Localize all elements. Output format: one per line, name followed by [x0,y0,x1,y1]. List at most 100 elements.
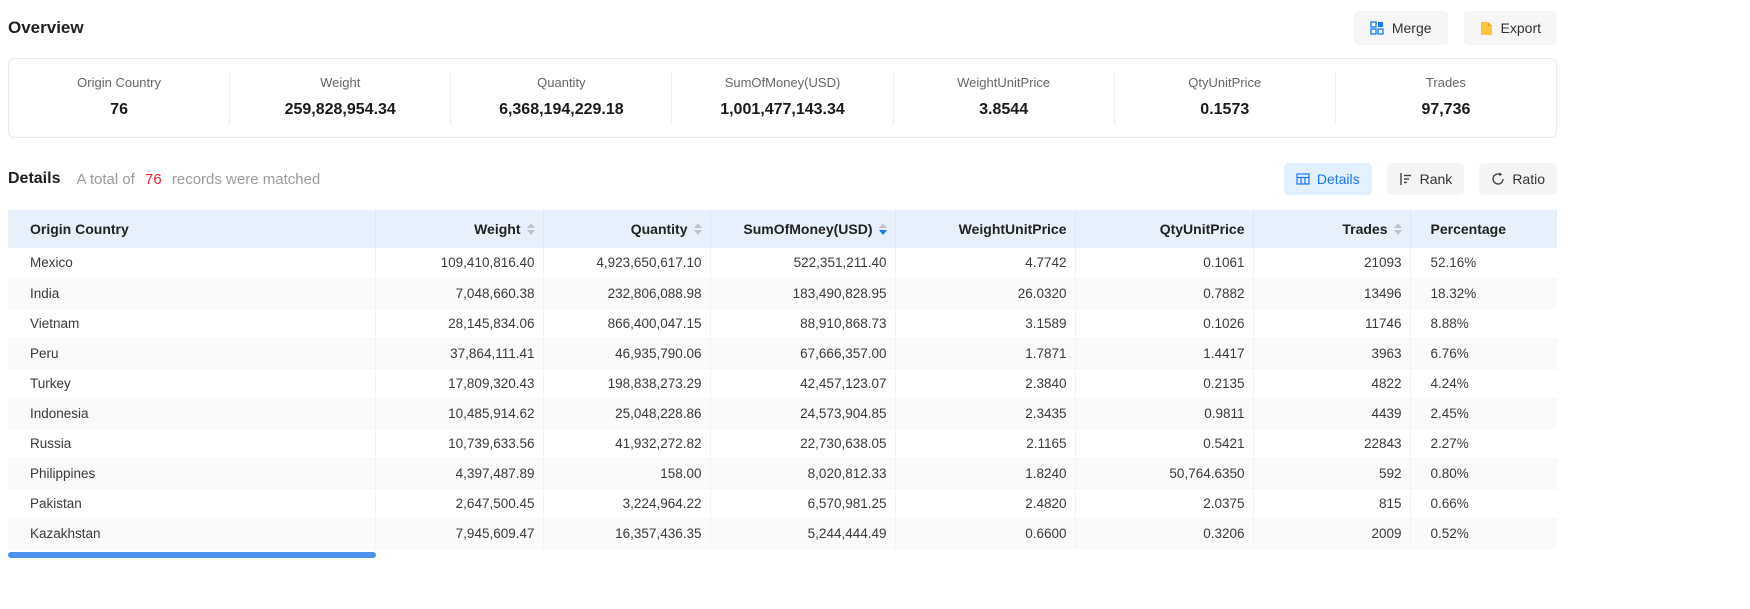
table-row[interactable]: Turkey17,809,320.43198,838,273.2942,457,… [8,368,1557,398]
cell-weight_unit_price: 2.4820 [895,488,1075,518]
stat-value: 6,368,194,229.18 [451,101,671,119]
stat-value: 97,736 [1336,101,1556,119]
export-icon [1480,21,1493,36]
summary-suffix: records were matched [172,171,320,188]
cell-qty_unit_price: 2.0375 [1075,488,1253,518]
export-button[interactable]: Export [1464,11,1557,45]
table-row[interactable]: Vietnam28,145,834.06866,400,047.1588,910… [8,308,1557,338]
cell-percentage: 8.88% [1410,308,1557,338]
table-header-row: Origin Country Weight Quantity SumOfMoney(U… [8,210,1557,248]
column-label: Origin Country [30,221,129,237]
cell-weight_unit_price: 2.3435 [895,398,1075,428]
cell-qty_unit_price: 1.4417 [1075,338,1253,368]
cell-quantity: 158.00 [543,458,710,488]
view-button-label: Rank [1420,171,1453,187]
table-row[interactable]: Mexico109,410,816.404,923,650,617.10522,… [8,248,1557,278]
cell-percentage: 4.24% [1410,368,1557,398]
overview-stat: Trades 97,736 [1336,73,1556,125]
view-switcher: Details Rank [1284,163,1557,195]
merge-icon [1370,21,1384,35]
cell-origin_country: Peru [8,338,375,368]
matched-count: 76 [145,171,162,188]
cell-weight: 17,809,320.43 [375,368,543,398]
cell-origin_country: Mexico [8,248,375,278]
cell-qty_unit_price: 0.1061 [1075,248,1253,278]
overview-stats-card: Origin Country 76 Weight 259,828,954.34 … [8,58,1557,138]
column-header-trades[interactable]: Trades [1253,210,1410,248]
table-row[interactable]: Russia10,739,633.5641,932,272.8222,730,6… [8,428,1557,458]
merge-button[interactable]: Merge [1354,11,1448,45]
stat-label: Trades [1336,75,1556,90]
table-body: Mexico109,410,816.404,923,650,617.10522,… [8,248,1557,548]
cell-sum_of_money_usd: 8,020,812.33 [710,458,895,488]
cell-trades: 4822 [1253,368,1410,398]
details-bar: Details A total of 76 records were match… [8,163,1557,195]
cell-weight_unit_price: 0.6600 [895,518,1075,548]
stat-value: 0.1573 [1115,101,1335,119]
table-row[interactable]: Kazakhstan7,945,609.4716,357,436.355,244… [8,518,1557,548]
details-summary: A total of 76 records were matched [76,171,320,188]
table-row[interactable]: Peru37,864,111.4146,935,790.0667,666,357… [8,338,1557,368]
stat-label: Origin Country [9,75,229,90]
column-header-sum_of_money_usd[interactable]: SumOfMoney(USD) [710,210,895,248]
cell-percentage: 2.27% [1410,428,1557,458]
cell-weight: 28,145,834.06 [375,308,543,338]
cell-percentage: 0.80% [1410,458,1557,488]
cell-origin_country: Philippines [8,458,375,488]
cell-sum_of_money_usd: 42,457,123.07 [710,368,895,398]
overview-stat: Origin Country 76 [9,73,230,125]
table-row[interactable]: Indonesia10,485,914.6225,048,228.8624,57… [8,398,1557,428]
column-label: Weight [474,221,520,237]
cell-trades: 21093 [1253,248,1410,278]
stat-label: SumOfMoney(USD) [672,75,892,90]
cell-qty_unit_price: 0.9811 [1075,398,1253,428]
overview-stat: Weight 259,828,954.34 [230,73,451,125]
overview-stat: QtyUnitPrice 0.1573 [1115,73,1336,125]
cell-trades: 13496 [1253,278,1410,308]
cell-weight_unit_price: 1.7871 [895,338,1075,368]
cell-qty_unit_price: 0.1026 [1075,308,1253,338]
export-button-label: Export [1501,20,1541,36]
cell-quantity: 232,806,088.98 [543,278,710,308]
table-row[interactable]: Pakistan2,647,500.453,224,964.226,570,98… [8,488,1557,518]
cell-quantity: 866,400,047.15 [543,308,710,338]
cell-trades: 592 [1253,458,1410,488]
column-label: Percentage [1431,221,1506,237]
horizontal-scrollbar-thumb[interactable] [8,552,376,558]
details-table: Origin Country Weight Quantity SumOfMoney(U… [8,210,1557,549]
column-label: QtyUnitPrice [1160,221,1245,237]
cell-quantity: 41,932,272.82 [543,428,710,458]
table-row[interactable]: India7,048,660.38232,806,088.98183,490,8… [8,278,1557,308]
view-button-details[interactable]: Details [1284,163,1372,195]
column-label: SumOfMoney(USD) [743,221,872,237]
cell-qty_unit_price: 50,764.6350 [1075,458,1253,488]
column-header-qty_unit_price: QtyUnitPrice [1075,210,1253,248]
view-button-rank[interactable]: Rank [1387,163,1465,195]
table-grid-icon [1296,172,1310,186]
cell-percentage: 0.52% [1410,518,1557,548]
view-button-label: Details [1317,171,1360,187]
cell-origin_country: Turkey [8,368,375,398]
cell-quantity: 46,935,790.06 [543,338,710,368]
cell-qty_unit_price: 0.3206 [1075,518,1253,548]
cell-trades: 22843 [1253,428,1410,458]
column-header-origin_country: Origin Country [8,210,375,248]
cell-sum_of_money_usd: 22,730,638.05 [710,428,895,458]
cell-sum_of_money_usd: 6,570,981.25 [710,488,895,518]
stat-value: 76 [9,101,229,119]
cell-qty_unit_price: 0.5421 [1075,428,1253,458]
cell-sum_of_money_usd: 24,573,904.85 [710,398,895,428]
cell-weight: 7,048,660.38 [375,278,543,308]
column-header-quantity[interactable]: Quantity [543,210,710,248]
column-header-weight[interactable]: Weight [375,210,543,248]
view-button-ratio[interactable]: Ratio [1479,163,1557,195]
cell-weight_unit_price: 2.3840 [895,368,1075,398]
overview-stat: Quantity 6,368,194,229.18 [451,73,672,125]
cell-origin_country: Kazakhstan [8,518,375,548]
cell-weight: 109,410,816.40 [375,248,543,278]
cell-trades: 4439 [1253,398,1410,428]
overview-stat: SumOfMoney(USD) 1,001,477,143.34 [672,73,893,125]
cell-sum_of_money_usd: 88,910,868.73 [710,308,895,338]
cell-sum_of_money_usd: 5,244,444.49 [710,518,895,548]
table-row[interactable]: Philippines4,397,487.89158.008,020,812.3… [8,458,1557,488]
